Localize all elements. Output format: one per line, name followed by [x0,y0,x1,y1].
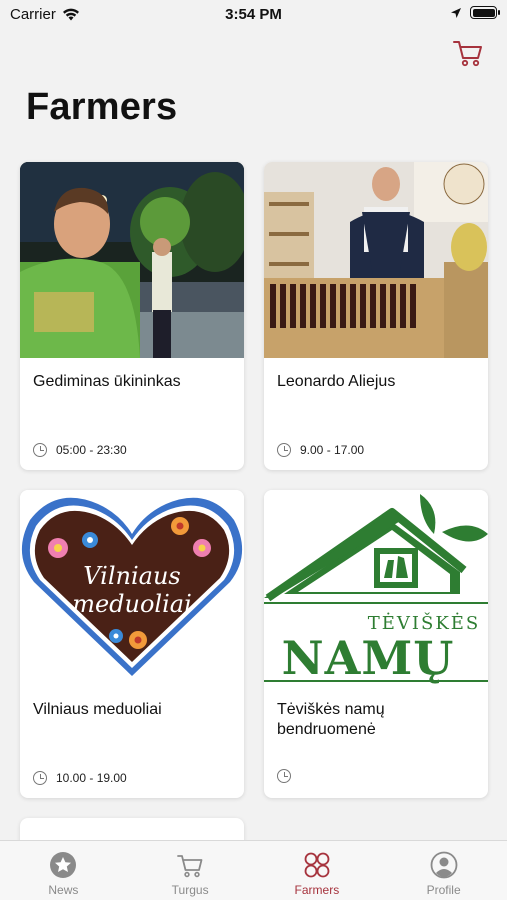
tab-label: News [48,883,79,897]
farmer-hours: 10.00 - 19.00 [33,771,127,785]
star-icon [50,852,77,878]
tab-label: Profile [426,883,461,897]
farmer-card[interactable]: Vilniaus meduoliai Vilniaus meduoliai 10… [20,490,244,798]
farmer-hours: 9.00 - 17.00 [277,443,364,457]
logo-text-line1: Vilniaus [83,562,180,590]
battery-icon [470,6,500,19]
farmer-name: Tėviškės namų bendruomenė [277,701,385,738]
page-title: Farmers [26,86,178,128]
clock-icon [33,771,47,785]
hours-label: 05:00 - 23:30 [56,443,127,457]
tab-turgus[interactable]: Turgus [127,841,254,900]
tab-news[interactable]: News [0,841,127,900]
farmer-photo [264,162,488,358]
logo-text-line2: meduoliai [72,590,192,618]
tab-farmers[interactable]: Farmers [254,841,381,900]
status-right [450,6,500,19]
cart-icon [177,855,203,878]
farmer-photo [20,162,244,358]
location-arrow-icon [451,7,461,18]
farmer-hours: 05:00 - 23:30 [33,443,127,457]
cart-button[interactable] [451,36,485,70]
farmer-name: Leonardo Aliejus [277,373,396,390]
logo-text-line2: NAMŲ [282,631,455,685]
clock-icon [33,443,47,457]
farmer-logo: Vilniaus meduoliai [20,490,244,686]
status-bar: Carrier 3:54 PM [0,0,507,28]
tab-profile[interactable]: Profile [380,841,507,900]
farmer-card[interactable]: Leonardo Aliejus 9.00 - 17.00 [264,162,488,470]
clock-icon [277,769,291,783]
farmer-hours [277,769,300,783]
profile-icon [430,851,458,879]
tab-bar: News Turgus Farmers Profile [0,840,507,900]
farmer-name: Gediminas ūkininkas [33,373,181,390]
farmer-name: Vilniaus meduoliai [33,701,162,718]
tab-label: Turgus [171,883,209,897]
hours-label: 9.00 - 17.00 [300,443,365,457]
farmer-card[interactable]: TĖVIŠKĖS NAMŲ Tėviškės namų bendruomenė [264,490,488,798]
clock-icon [277,443,291,457]
grid-circles-icon [304,852,330,878]
hours-label: 10.00 - 19.00 [56,771,127,785]
cart-icon [453,41,482,67]
farmer-logo: TĖVIŠKĖS NAMŲ [264,490,488,686]
clock-time: 3:54 PM [225,6,282,23]
tab-label: Farmers [294,883,340,897]
farmer-card[interactable]: Gediminas ūkininkas 05:00 - 23:30 [20,162,244,470]
